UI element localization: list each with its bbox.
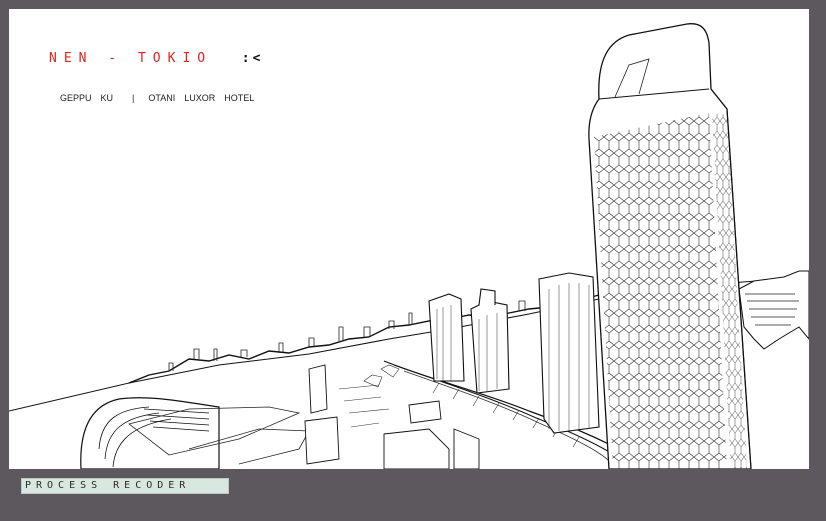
tokyo-skyline-illustration: [9, 23, 809, 469]
back-arrow-icon[interactable]: :<: [242, 51, 264, 66]
page-title: NEN - TOKIO :<: [49, 51, 263, 66]
process-recoder-button[interactable]: PROCESS RECODER: [21, 478, 229, 494]
nav-item-hotel[interactable]: HOTEL: [224, 93, 254, 103]
nav-separator: |: [132, 93, 135, 103]
subnav: GEPPU KU | OTANI LUXOR HOTEL: [50, 83, 263, 113]
nav-item-luxor[interactable]: LUXOR: [184, 93, 215, 103]
city-view-panel: NEN - TOKIO :< GEPPU KU | OTANI LUXOR HOTEL: [9, 9, 809, 469]
nav-item-otani[interactable]: OTANI: [148, 93, 175, 103]
page-title-text: NEN - TOKIO: [49, 51, 213, 66]
nav-item-ku[interactable]: KU: [101, 93, 114, 103]
nav-item-geppu[interactable]: GEPPU: [60, 93, 92, 103]
